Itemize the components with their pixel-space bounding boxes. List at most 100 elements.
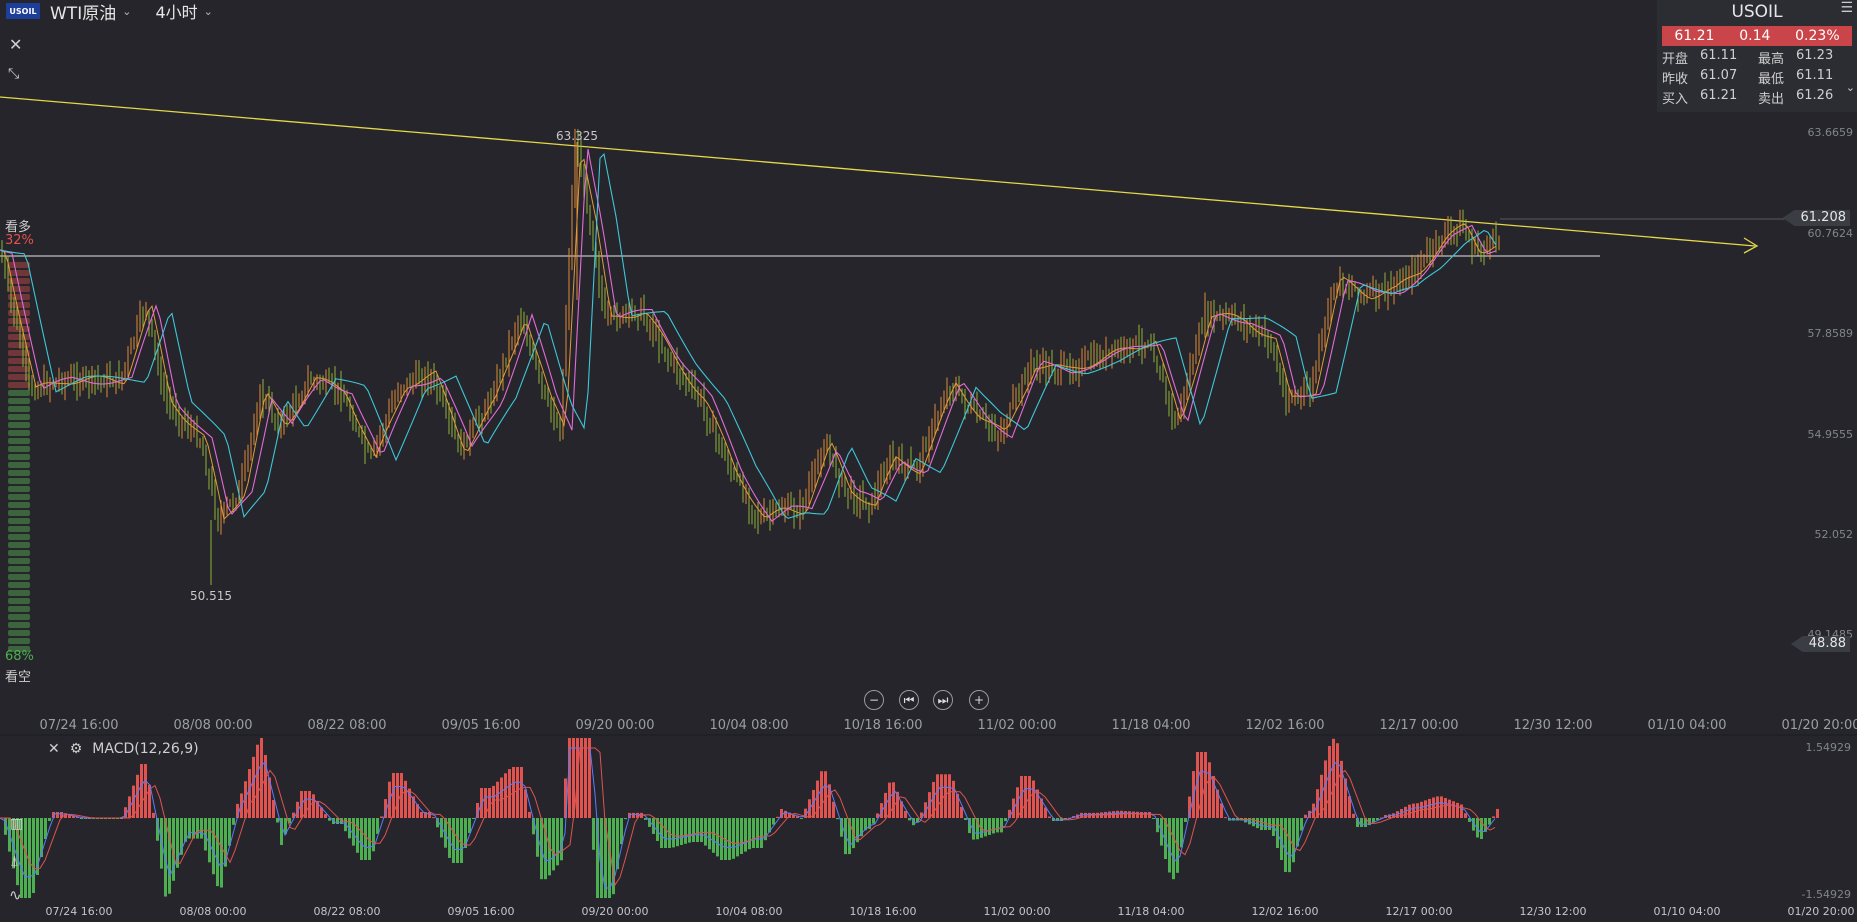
macd-bar — [24, 818, 27, 898]
time-axis-label: 01/10 04:00 — [1647, 718, 1727, 733]
macd-bar — [1492, 816, 1495, 818]
sentiment-bar — [8, 582, 30, 588]
sentiment-bar — [8, 390, 30, 396]
macd-bar — [1004, 818, 1007, 822]
time-axis-label: 08/08 00:00 — [173, 718, 253, 733]
indicator-icon[interactable]: ∿ — [9, 886, 22, 904]
macd-bar — [1464, 813, 1467, 818]
macd-time-label: 09/05 16:00 — [447, 905, 515, 918]
macd-bar — [720, 818, 723, 860]
macd-bar — [836, 818, 839, 820]
macd-bar — [820, 771, 823, 818]
time-axis-label: 11/02 00:00 — [977, 718, 1057, 733]
quote-rows: 开盘 61.11 最高 61.23 昨收 61.07 最低 61.11 买入 6… — [1662, 48, 1854, 108]
chevron-down-icon[interactable]: ⌄ — [1846, 81, 1855, 94]
macd-bar — [168, 818, 171, 894]
quote-panel: ☰ USOIL 61.21 0.14 0.23% 开盘 61.11 最高 61.… — [1657, 0, 1857, 112]
sentiment-bar — [8, 510, 30, 516]
macd-bar — [1284, 818, 1287, 872]
macd-bar — [664, 818, 667, 848]
high-annotation: 63.325 — [556, 129, 598, 143]
sentiment-bar — [8, 550, 30, 556]
macd-time-label: 12/02 16:00 — [1251, 905, 1319, 918]
macd-bar — [696, 818, 699, 842]
macd-bar — [732, 818, 735, 859]
macd-bar — [32, 818, 35, 893]
macd-bar — [1328, 746, 1331, 818]
draw-tool-icon[interactable]: ⍋ — [10, 852, 19, 870]
zoom-in-button[interactable]: + — [969, 690, 989, 710]
macd-bar — [1440, 796, 1443, 818]
macd-time-label: 11/02 00:00 — [983, 905, 1051, 918]
sentiment-bar — [8, 574, 30, 580]
time-axis-label: 10/18 16:00 — [843, 718, 923, 733]
jump-start-button[interactable]: ⏮ — [899, 690, 919, 710]
sentiment-bar — [8, 374, 30, 380]
macd-bar — [872, 818, 875, 824]
macd-bar — [220, 818, 223, 888]
time-axis-label: 12/02 16:00 — [1245, 718, 1325, 733]
quote-value: 61.21 — [1700, 88, 1738, 103]
trendline — [0, 96, 1756, 247]
time-axis-label: 09/20 00:00 — [575, 718, 655, 733]
bull-percent: 32% — [5, 233, 34, 248]
macd-bar — [352, 818, 355, 846]
macd-bar — [892, 782, 895, 818]
macd-bar — [1460, 804, 1463, 818]
price-axis-label: 60.7624 — [1807, 227, 1854, 240]
macd-bar — [1404, 806, 1407, 818]
macd-bar — [680, 818, 683, 845]
indicator-header: ✕ ⚙ MACD(12,26,9) — [48, 741, 199, 757]
time-axis-label: 07/24 16:00 — [39, 718, 119, 733]
sentiment-bar — [8, 542, 30, 548]
macd-bar — [940, 774, 943, 818]
macd-bar — [1292, 818, 1295, 863]
macd-bar — [1256, 818, 1259, 829]
macd-bar — [356, 818, 359, 853]
macd-bar — [324, 814, 327, 818]
chart-type-icon[interactable]: ▥ — [10, 816, 23, 832]
macd-bar — [992, 818, 995, 834]
sentiment-bar — [8, 566, 30, 572]
macd-bar — [528, 811, 531, 818]
zoom-out-button[interactable]: − — [864, 690, 884, 710]
usoil-logo: USOIL — [6, 3, 40, 19]
macd-bar — [712, 818, 715, 853]
bear-label: 看空 — [5, 670, 32, 685]
macd-bar — [752, 818, 755, 848]
macd-time-label: 01/20 20:00 — [1787, 905, 1855, 918]
macd-bar — [776, 816, 779, 818]
sentiment-bar — [8, 326, 30, 332]
macd-bar — [460, 818, 463, 863]
macd-bar — [1200, 752, 1203, 818]
collapse-icon[interactable]: ⤡ — [8, 66, 19, 82]
sentiment-bar — [8, 518, 30, 524]
symbol-selector[interactable]: WTI原油 ⌄ — [50, 0, 131, 24]
quote-key: 买入 — [1662, 92, 1689, 107]
close-icon[interactable]: ✕ — [48, 741, 60, 757]
price-chart[interactable] — [0, 0, 1857, 922]
macd-bar — [1148, 812, 1151, 818]
macd-bar — [380, 816, 383, 818]
jump-end-button[interactable]: ⏭ — [933, 690, 953, 710]
macd-bar — [772, 818, 775, 825]
macd-bar — [1444, 798, 1447, 818]
macd-bar — [1024, 776, 1027, 818]
macd-bar — [592, 818, 595, 850]
macd-bar — [80, 818, 83, 819]
sentiment-bar — [8, 358, 30, 364]
macd-bar — [472, 818, 475, 819]
macd-time-label: 10/04 08:00 — [715, 905, 783, 918]
macd-bar — [948, 774, 951, 818]
macd-bar — [756, 818, 759, 848]
macd-bar — [1332, 738, 1335, 818]
close-icon[interactable]: ✕ — [9, 35, 22, 54]
gear-icon[interactable]: ⚙ — [70, 741, 83, 757]
macd-bar — [1304, 814, 1307, 818]
low-annotation: 50.515 — [190, 589, 232, 603]
timeframe-selector[interactable]: 4小时 ⌄ — [155, 0, 212, 23]
macd-bar — [396, 773, 399, 818]
quote-value: 61.07 — [1700, 68, 1738, 83]
menu-icon[interactable]: ☰ — [1840, 0, 1853, 16]
macd-bar — [748, 818, 751, 850]
